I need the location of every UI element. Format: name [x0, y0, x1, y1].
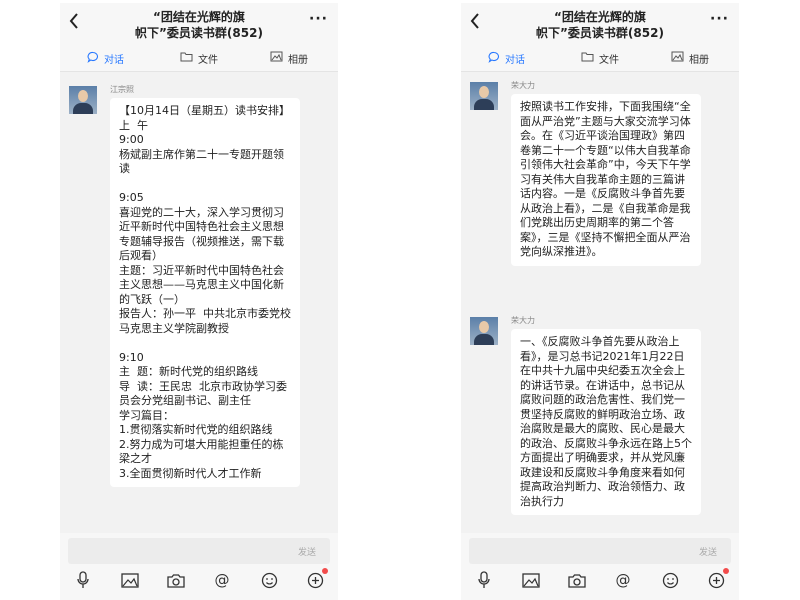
- input-toolbar: @: [461, 568, 739, 594]
- image-icon[interactable]: [521, 570, 541, 590]
- tab-conversation[interactable]: 对话: [488, 49, 525, 67]
- chat-window-left: “团结在光辉的旗 帜下”委员读书群(852) ··· 对话 文件 相册 江宗照 …: [60, 3, 338, 600]
- tab-bar: 对话 文件 相册: [60, 45, 338, 72]
- emoji-icon[interactable]: [259, 570, 279, 590]
- emoji-icon[interactable]: [660, 570, 680, 590]
- tab-label: 文件: [198, 54, 218, 66]
- more-options-icon[interactable]: ···: [710, 11, 729, 27]
- tab-album[interactable]: 相册: [671, 49, 709, 67]
- message-bubble[interactable]: 按照读书工作安排，下面我围绕“全面从严治党”主题与大家交流学习体会。在《习近平谈…: [511, 94, 701, 266]
- tab-label: 相册: [689, 54, 709, 66]
- camera-icon[interactable]: [567, 570, 587, 590]
- tab-label: 对话: [104, 54, 124, 66]
- message-bubble[interactable]: 【10月14日（星期五）读书安排】 上 午 9:00 杨斌副主席作第二十一专题开…: [110, 98, 300, 487]
- chevron-left-icon[interactable]: [68, 12, 80, 33]
- input-bar: 发送 @: [60, 533, 338, 600]
- tab-files[interactable]: 文件: [180, 49, 218, 67]
- message-list[interactable]: 江宗照 【10月14日（星期五）读书安排】 上 午 9:00 杨斌副主席作第二十…: [60, 72, 338, 533]
- group-title: “团结在光辉的旗 帜下”委员读书群(852): [135, 10, 263, 40]
- folder-icon: [180, 51, 193, 65]
- at-icon[interactable]: @: [212, 570, 232, 590]
- microphone-icon[interactable]: [73, 570, 93, 590]
- tab-bar: 对话 文件 相册: [461, 45, 739, 72]
- tab-album[interactable]: 相册: [270, 49, 308, 67]
- chat-bubble-icon: [488, 51, 500, 66]
- tab-label: 对话: [505, 54, 525, 66]
- image-icon: [270, 51, 283, 65]
- message-input[interactable]: 发送: [469, 538, 731, 564]
- chat-bubble-icon: [87, 51, 99, 66]
- image-icon[interactable]: [120, 570, 140, 590]
- tab-conversation[interactable]: 对话: [87, 49, 124, 67]
- chat-window-right: “团结在光辉的旗 帜下”委员读书群(852) ··· 对话 文件 相册 荣大力 …: [461, 3, 739, 600]
- more-options-icon[interactable]: ···: [309, 11, 328, 27]
- sender-name: 江宗照: [110, 85, 134, 94]
- folder-icon: [581, 51, 594, 65]
- avatar[interactable]: [470, 82, 498, 110]
- avatar[interactable]: [470, 317, 498, 345]
- message-input[interactable]: 发送: [68, 538, 330, 564]
- input-bar: 发送 @: [461, 533, 739, 600]
- image-icon: [671, 51, 684, 65]
- sender-name: 荣大力: [511, 81, 535, 90]
- sender-name: 荣大力: [511, 316, 535, 325]
- message-list[interactable]: 荣大力 按照读书工作安排，下面我围绕“全面从严治党”主题与大家交流学习体会。在《…: [461, 72, 739, 533]
- chat-header: “团结在光辉的旗 帜下”委员读书群(852) ···: [461, 3, 739, 45]
- notification-dot: [723, 568, 729, 574]
- at-icon[interactable]: @: [613, 570, 633, 590]
- avatar[interactable]: [69, 86, 97, 114]
- chevron-left-icon[interactable]: [469, 12, 481, 33]
- tab-label: 相册: [288, 54, 308, 66]
- plus-icon[interactable]: [305, 568, 328, 590]
- plus-icon[interactable]: [706, 568, 729, 590]
- tab-files[interactable]: 文件: [581, 49, 619, 67]
- message-bubble[interactable]: 一、《反腐败斗争首先要从政治上看》，是习总书记2021年1月22日在中共十九届中…: [511, 329, 701, 515]
- send-button[interactable]: 发送: [699, 545, 717, 558]
- send-button[interactable]: 发送: [298, 545, 316, 558]
- microphone-icon[interactable]: [474, 570, 494, 590]
- notification-dot: [322, 568, 328, 574]
- input-toolbar: @: [60, 568, 338, 594]
- chat-header: “团结在光辉的旗 帜下”委员读书群(852) ···: [60, 3, 338, 45]
- group-title: “团结在光辉的旗 帜下”委员读书群(852): [536, 10, 664, 40]
- tab-label: 文件: [599, 54, 619, 66]
- camera-icon[interactable]: [166, 570, 186, 590]
